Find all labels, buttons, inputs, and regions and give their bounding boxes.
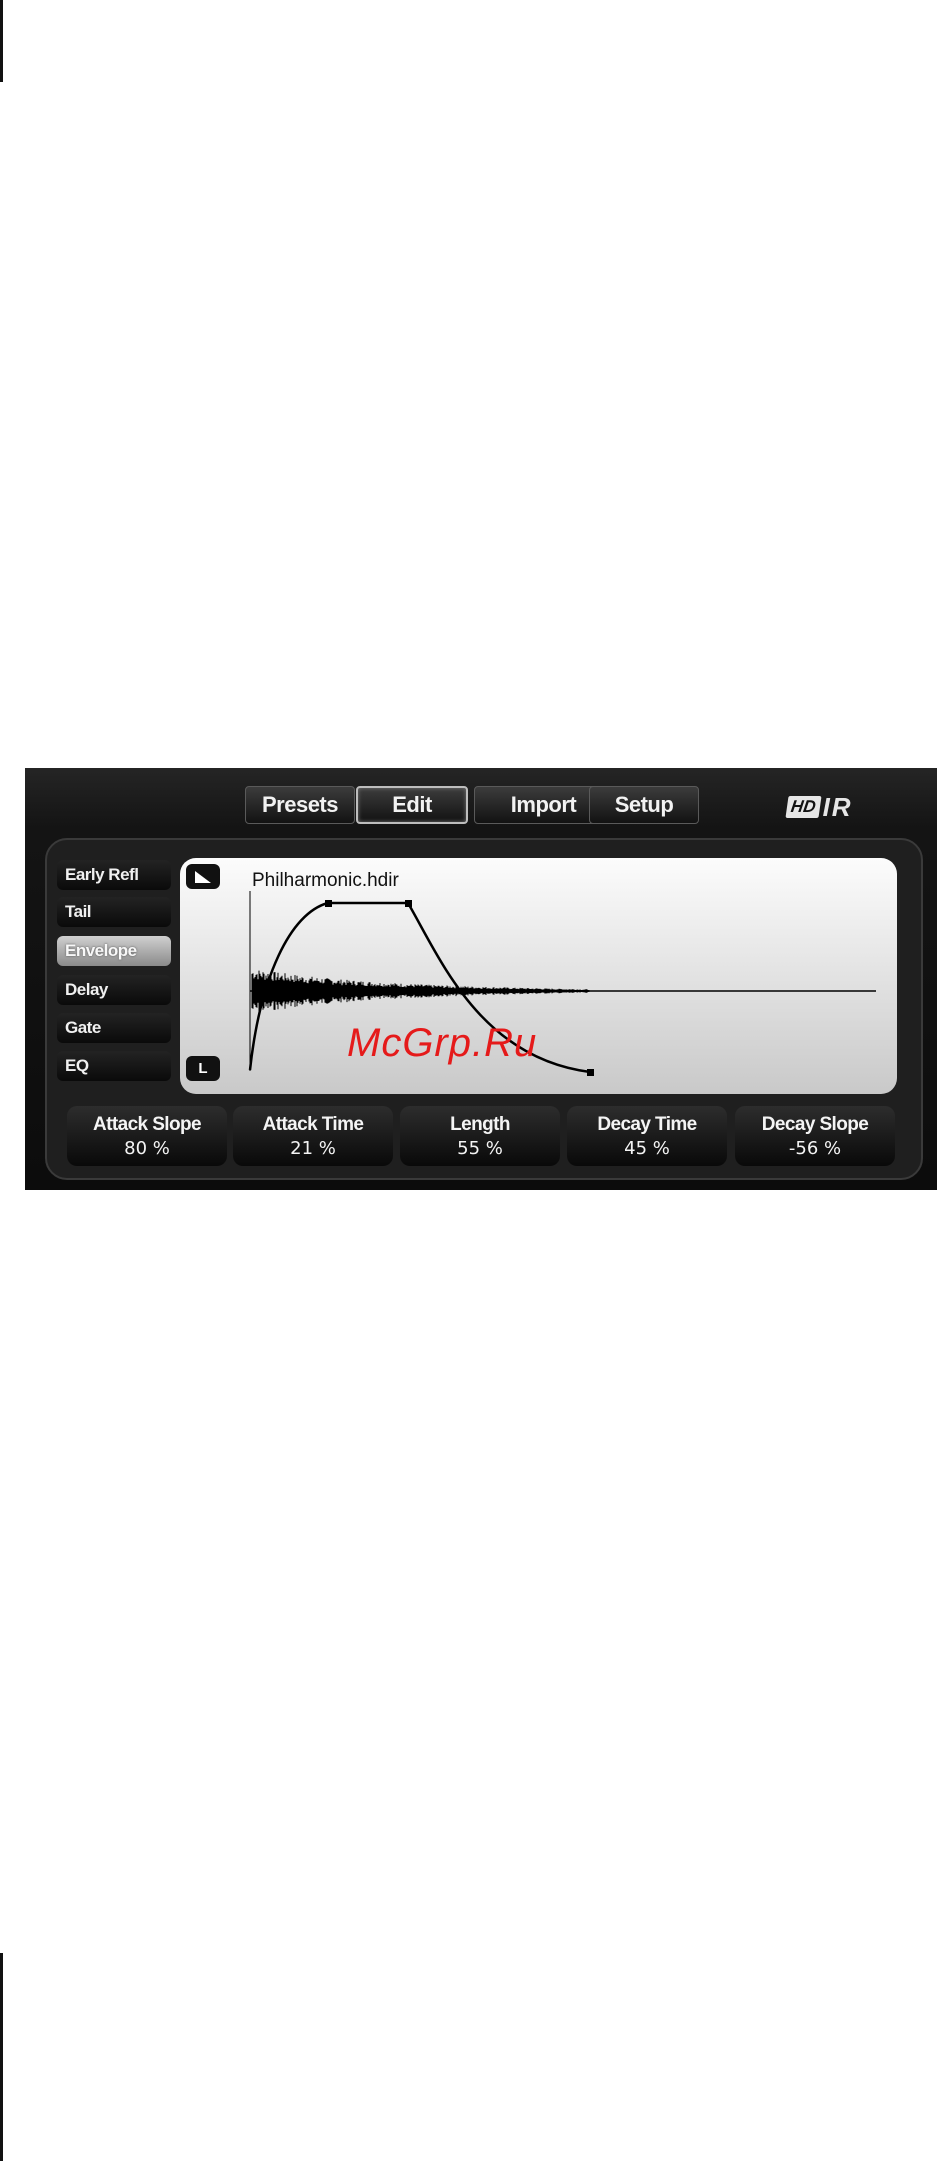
param-label: Attack Slope (93, 1113, 201, 1135)
param-label: Decay Slope (761, 1113, 869, 1135)
param-value: 21 % (290, 1137, 336, 1159)
presets-button[interactable]: Presets (245, 786, 355, 824)
channel-l-button[interactable]: L (186, 1056, 220, 1081)
param-value: 80 % (124, 1137, 170, 1159)
hdir-logo: HD IR (785, 791, 853, 822)
envelope-shape-icon (195, 870, 211, 883)
page-margin-line (0, 0, 3, 82)
page-margin-line (0, 1953, 3, 2161)
sidebar-item-tail[interactable]: Tail (57, 897, 171, 927)
envelope-display[interactable]: Philharmonic.hdir L (180, 858, 897, 1094)
watermark-text: McGrp.Ru (347, 1021, 538, 1065)
param-value: 55 % (457, 1137, 503, 1159)
logo-hd-text: HD (785, 796, 822, 818)
param-value: 45 % (624, 1137, 670, 1159)
param-label: Length (450, 1113, 510, 1135)
sidebar-item-early-refl[interactable]: Early Refl (57, 860, 171, 890)
logo-ir-text: IR (822, 791, 853, 822)
attack-time-knob[interactable]: Attack Time 21 % (233, 1106, 393, 1166)
sidebar-item-delay[interactable]: Delay (57, 975, 171, 1005)
ir-file-name: Philharmonic.hdir (252, 870, 399, 891)
param-label: Attack Time (262, 1113, 364, 1135)
envelope-shape-button[interactable] (186, 864, 220, 889)
decay-time-knob[interactable]: Decay Time 45 % (567, 1106, 727, 1166)
setup-button[interactable]: Setup (589, 786, 699, 824)
length-handle[interactable] (405, 900, 412, 907)
sidebar-item-gate[interactable]: Gate (57, 1013, 171, 1043)
decay-handle[interactable] (587, 1069, 594, 1076)
param-value: -56 % (788, 1137, 842, 1159)
top-toolbar: Presets Edit Import Setup HD IR (25, 768, 937, 834)
envelope-plot[interactable] (180, 858, 897, 1094)
length-knob[interactable]: Length 55 % (400, 1106, 560, 1166)
param-label: Decay Time (597, 1113, 697, 1135)
sidebar-item-envelope[interactable]: Envelope (57, 936, 171, 966)
edit-button[interactable]: Edit (356, 786, 468, 824)
decay-slope-knob[interactable]: Decay Slope -56 % (735, 1106, 895, 1166)
sidebar-item-eq[interactable]: EQ (57, 1051, 171, 1081)
hdir-plugin-window: Presets Edit Import Setup HD IR Early Re… (25, 768, 937, 1190)
attack-handle[interactable] (325, 900, 332, 907)
attack-slope-knob[interactable]: Attack Slope 80 % (67, 1106, 227, 1166)
